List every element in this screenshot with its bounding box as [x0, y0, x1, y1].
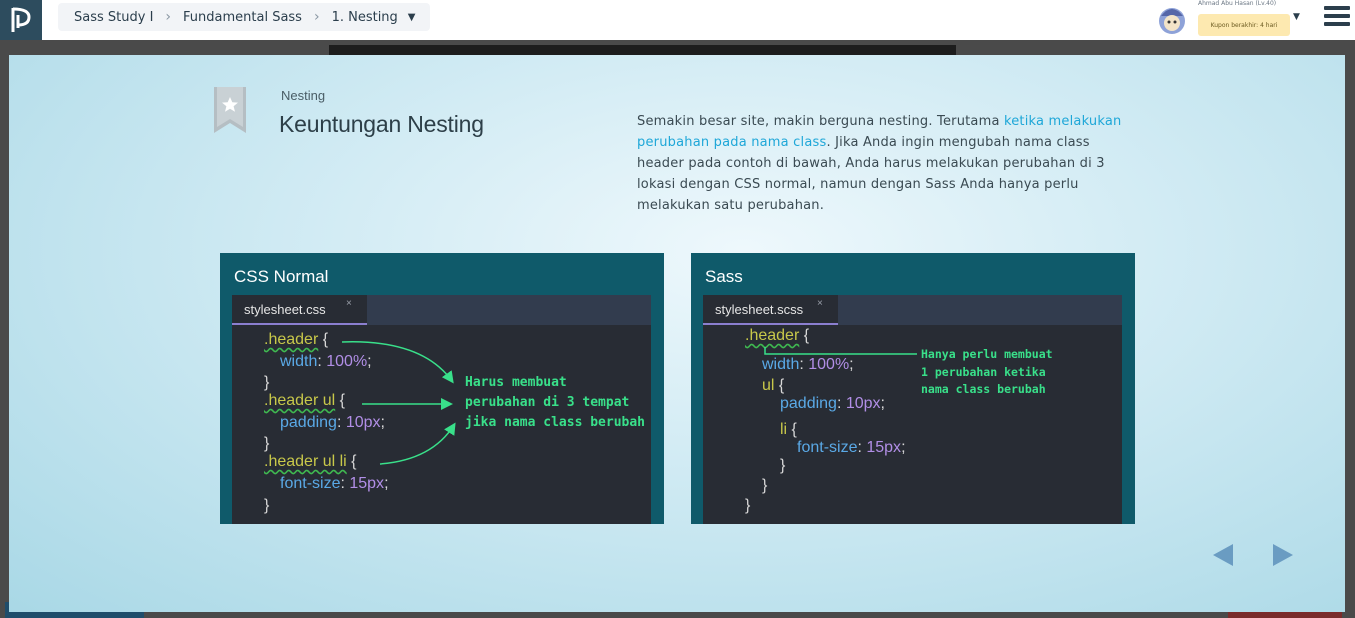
code-block: .header { width: 100%; } .header ul { pa…	[232, 325, 651, 524]
bookmark-icon[interactable]	[214, 87, 246, 133]
close-icon: ×	[817, 298, 823, 309]
editor-tab: stylesheet.css ×	[232, 295, 367, 325]
code-editor: stylesheet.css × .header { width: 100%; …	[232, 295, 651, 524]
hamburger-menu-icon[interactable]	[1324, 6, 1350, 30]
editor-tab-bar: stylesheet.css ×	[232, 295, 651, 325]
next-slide-icon[interactable]	[1271, 542, 1295, 568]
editor-tab: stylesheet.scss ×	[703, 295, 838, 325]
arrow-annotations	[764, 347, 917, 355]
previous-slide-icon[interactable]	[1211, 542, 1235, 568]
breadcrumb: Sass Study I › Fundamental Sass › 1. Nes…	[58, 3, 430, 31]
page-title: Keuntungan Nesting	[279, 111, 484, 137]
slide: Nesting Keuntungan Nesting Semakin besar…	[9, 55, 1345, 612]
code-block: .header { width: 100%; ul { padding: 10p…	[703, 325, 1122, 524]
video-frame	[329, 45, 956, 55]
annotation-note: Harus membuat perubahan di 3 tempat jika…	[465, 375, 646, 430]
panel-title: CSS Normal	[234, 267, 329, 286]
code-editor: stylesheet.scss × .header { width: 100%;…	[703, 295, 1122, 524]
breadcrumb-item-lesson[interactable]: 1. Nesting	[332, 10, 398, 25]
description-text: Semakin besar site, makin berguna nestin…	[637, 114, 1004, 129]
user-name: Ahmad Abu Hasan (Lv.40)	[1198, 0, 1277, 7]
chevron-down-icon[interactable]: ▼	[1293, 12, 1300, 22]
panel-title: Sass	[705, 267, 743, 286]
editor-tab-bar: stylesheet.scss ×	[703, 295, 1122, 325]
breadcrumb-item-module[interactable]: Fundamental Sass	[183, 10, 302, 25]
avatar[interactable]	[1156, 4, 1188, 36]
logo-icon	[11, 7, 31, 32]
chevron-right-icon: ›	[313, 9, 320, 25]
coupon-badge: Kupon berakhir: 4 hari	[1198, 14, 1290, 36]
top-bar: Sass Study I › Fundamental Sass › 1. Nes…	[0, 0, 1355, 40]
chevron-right-icon: ›	[165, 9, 172, 25]
breadcrumb-item-course[interactable]: Sass Study I	[74, 10, 153, 25]
lesson-subtitle: Nesting	[281, 88, 326, 103]
editor-tab-label: stylesheet.scss	[715, 302, 804, 317]
sass-panel: Sass stylesheet.scss × .header { width: …	[691, 253, 1135, 524]
description: Semakin besar site, makin berguna nestin…	[637, 111, 1132, 216]
annotation-note: Hanya perlu membuat 1 perubahan ketika n…	[921, 347, 1053, 396]
editor-tab-label: stylesheet.css	[244, 302, 326, 317]
chevron-down-icon[interactable]: ▼	[408, 12, 416, 23]
close-icon: ×	[346, 298, 352, 309]
css-normal-panel: CSS Normal stylesheet.css × .header { wi…	[220, 253, 664, 524]
logo[interactable]	[0, 0, 42, 40]
